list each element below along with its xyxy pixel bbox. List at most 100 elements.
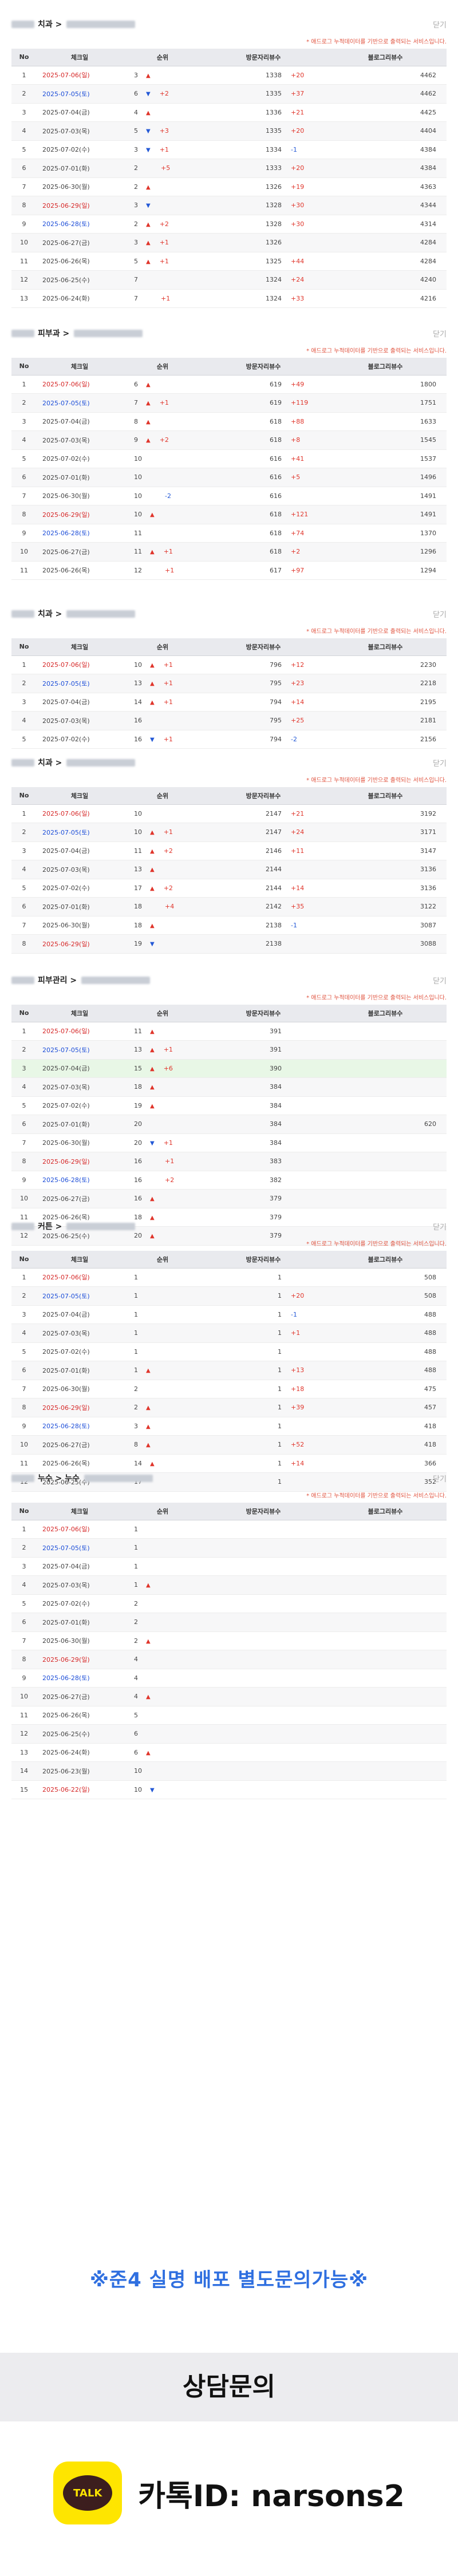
blog-review-count bbox=[324, 1631, 447, 1650]
table-row[interactable]: 7 2025-06-30(월) 20 ▼ +1 384 bbox=[11, 1133, 447, 1152]
rank-cell: 11 ▲ +2 bbox=[123, 841, 203, 860]
table-row[interactable]: 2 2025-07-05(토) 6 ▼ +2 1335 +37 4462 bbox=[11, 84, 447, 104]
table-row[interactable]: 6 2025-07-01(화) 10 616 +5 1496 bbox=[11, 468, 447, 487]
close-button[interactable]: 닫기 bbox=[433, 975, 447, 986]
table-row[interactable]: 8 2025-06-29(일) 2 ▲ 1 +39 457 bbox=[11, 1398, 447, 1417]
table-row[interactable]: 5 2025-07-02(수) 19 ▲ 384 bbox=[11, 1096, 447, 1115]
table-row[interactable]: 1 2025-07-06(일) 6 ▲ 619 +49 1800 bbox=[11, 375, 447, 394]
table-row[interactable]: 5 2025-07-02(수) 16 ▼ +1 794 -2 2156 bbox=[11, 730, 447, 749]
table-row[interactable]: 6 2025-07-01(화) 20 384 620 bbox=[11, 1115, 447, 1134]
table-row[interactable]: 13 2025-06-24(화) 7 +1 1324 +33 4216 bbox=[11, 289, 447, 308]
table-row[interactable]: 11 2025-06-26(목) 12 +1 617 +97 1294 bbox=[11, 561, 447, 580]
table-row[interactable]: 3 2025-07-04(금) 4 ▲ 1336 +21 4425 bbox=[11, 103, 447, 122]
table-row[interactable]: 2 2025-07-05(토) 1 1 +20 508 bbox=[11, 1286, 447, 1306]
table-row[interactable]: 4 2025-07-03(목) 16 795 +25 2181 bbox=[11, 711, 447, 730]
rank-cell: 2 bbox=[123, 1594, 203, 1613]
table-row[interactable]: 3 2025-07-04(금) 14 ▲ +1 794 +14 2195 bbox=[11, 693, 447, 712]
table-row[interactable]: 8 2025-06-29(일) 10 ▲ 618 +121 1491 bbox=[11, 505, 447, 524]
table-row[interactable]: 7 2025-06-30(월) 2 ▲ bbox=[11, 1631, 447, 1650]
blog-review-count: 1296 bbox=[324, 542, 447, 562]
table-row[interactable]: 9 2025-06-28(토) 16 +2 382 bbox=[11, 1171, 447, 1190]
table-row[interactable]: 13 2025-06-24(화) 6 ▲ bbox=[11, 1743, 447, 1762]
consult-banner[interactable]: 상담문의 bbox=[0, 2353, 458, 2421]
close-button[interactable]: 닫기 bbox=[433, 609, 447, 619]
table-row[interactable]: 15 2025-06-22(일) 10 ▼ bbox=[11, 1780, 447, 1799]
table-row[interactable]: 2 2025-07-05(토) 1 bbox=[11, 1538, 447, 1558]
visitor-review-cell: 1 bbox=[203, 1268, 324, 1287]
rank-cell: 10 ▲ bbox=[123, 505, 203, 524]
table-row[interactable]: 1 2025-07-06(일) 10 ▲ +1 796 +12 2230 bbox=[11, 655, 447, 674]
table-row[interactable]: 7 2025-06-30(월) 10 -2 616 1491 bbox=[11, 487, 447, 505]
table-row[interactable]: 5 2025-07-02(수) 10 616 +41 1537 bbox=[11, 449, 447, 468]
table-row[interactable]: 2 2025-07-05(토) 7 ▲ +1 619 +119 1751 bbox=[11, 393, 447, 413]
kakao-contact[interactable]: TALK 카톡ID: narsons2 bbox=[0, 2441, 458, 2545]
table-row[interactable]: 3 2025-07-04(금) 1 bbox=[11, 1557, 447, 1576]
rank-cell: 6 ▲ bbox=[123, 1743, 203, 1762]
table-row[interactable]: 3 2025-07-04(금) 15 ▲ +6 390 bbox=[11, 1059, 447, 1078]
table-row[interactable]: 4 2025-07-03(목) 9 ▲ +2 618 +8 1545 bbox=[11, 430, 447, 450]
close-button[interactable]: 닫기 bbox=[433, 328, 447, 339]
table-row[interactable]: 9 2025-06-28(토) 3 ▲ 1 418 bbox=[11, 1417, 447, 1436]
table-row[interactable]: 9 2025-06-28(토) 11 618 +74 1370 bbox=[11, 524, 447, 543]
rank-cell: 13 ▲ +1 bbox=[123, 674, 203, 693]
rank-value: 6 bbox=[134, 1748, 138, 1756]
table-row[interactable]: 1 2025-07-06(일) 1 1 508 bbox=[11, 1268, 447, 1287]
table-row[interactable]: 3 2025-07-04(금) 8 ▲ 618 +88 1633 bbox=[11, 412, 447, 431]
table-row[interactable]: 2 2025-07-05(토) 13 ▲ +1 795 +23 2218 bbox=[11, 674, 447, 693]
table-row[interactable]: 6 2025-07-01(화) 2 bbox=[11, 1613, 447, 1632]
table-row[interactable]: 1 2025-07-06(일) 1 bbox=[11, 1520, 447, 1539]
table-row[interactable]: 4 2025-07-03(목) 5 ▼ +3 1335 +20 4404 bbox=[11, 121, 447, 141]
table-row[interactable]: 7 2025-06-30(월) 2 ▲ 1326 +19 4363 bbox=[11, 177, 447, 196]
table-row[interactable]: 5 2025-07-02(수) 17 ▲ +2 2144 +14 3136 bbox=[11, 879, 447, 898]
table-row[interactable]: 10 2025-06-27(금) 11 ▲ +1 618 +2 1296 bbox=[11, 542, 447, 562]
table-row[interactable]: 3 2025-07-04(금) 11 ▲ +2 2146 +11 3147 bbox=[11, 841, 447, 860]
table-row[interactable]: 4 2025-07-03(목) 1 ▲ bbox=[11, 1575, 447, 1595]
table-row[interactable]: 2 2025-07-05(토) 13 ▲ +1 391 bbox=[11, 1040, 447, 1060]
table-row[interactable]: 14 2025-06-23(월) 10 bbox=[11, 1761, 447, 1781]
table-row[interactable]: 8 2025-06-29(일) 3 ▼ 1328 +30 4344 bbox=[11, 196, 447, 215]
table-row[interactable]: 8 2025-06-29(일) 19 ▼ 2138 3088 bbox=[11, 934, 447, 954]
rank-value: 10 bbox=[134, 661, 142, 669]
table-row[interactable]: 10 2025-06-27(금) 16 ▲ 379 bbox=[11, 1189, 447, 1208]
table-row[interactable]: 7 2025-06-30(월) 18 ▲ 2138 -1 3087 bbox=[11, 916, 447, 935]
check-date-cell: 2025-06-28(토) bbox=[37, 1669, 123, 1688]
table-row[interactable]: 2 2025-07-05(토) 10 ▲ +1 2147 +24 3171 bbox=[11, 823, 447, 842]
check-date: 2025-07-01(화) bbox=[42, 903, 90, 911]
table-row[interactable]: 4 2025-07-03(목) 1 1 +1 488 bbox=[11, 1323, 447, 1343]
table-row[interactable]: 11 2025-06-26(목) 5 ▲ +1 1325 +44 4284 bbox=[11, 252, 447, 271]
close-button[interactable]: 닫기 bbox=[433, 1473, 447, 1484]
table-row[interactable]: 11 2025-06-26(목) 5 bbox=[11, 1706, 447, 1725]
table-row[interactable]: 8 2025-06-29(일) 16 +1 383 bbox=[11, 1152, 447, 1171]
check-date-cell: 2025-06-27(금) bbox=[37, 1189, 123, 1208]
table-row[interactable]: 5 2025-07-02(수) 1 1 488 bbox=[11, 1342, 447, 1361]
visitor-review-count: 616 bbox=[270, 492, 282, 500]
rank-cell: 6 ▼ +2 bbox=[123, 84, 203, 104]
visitor-review-count: 619 bbox=[270, 399, 282, 407]
table-row[interactable]: 7 2025-06-30(월) 2 1 +18 475 bbox=[11, 1380, 447, 1398]
table-row[interactable]: 5 2025-07-02(수) 3 ▼ +1 1334 -1 4384 bbox=[11, 140, 447, 159]
table-row[interactable]: 3 2025-07-04(금) 1 1 -1 488 bbox=[11, 1305, 447, 1324]
table-row[interactable]: 6 2025-07-01(화) 18 +4 2142 +35 3122 bbox=[11, 897, 447, 916]
table-row[interactable]: 8 2025-06-29(일) 4 bbox=[11, 1650, 447, 1669]
table-row[interactable]: 6 2025-07-01(화) 2 +5 1333 +20 4384 bbox=[11, 159, 447, 178]
table-row[interactable]: 9 2025-06-28(토) 2 ▲ +2 1328 +30 4314 bbox=[11, 215, 447, 234]
close-button[interactable]: 닫기 bbox=[433, 1221, 447, 1232]
table-row[interactable]: 10 2025-06-27(금) 8 ▲ 1 +52 418 bbox=[11, 1435, 447, 1455]
close-button[interactable]: 닫기 bbox=[433, 757, 447, 768]
table-row[interactable]: 1 2025-07-06(일) 3 ▲ 1338 +20 4462 bbox=[11, 66, 447, 85]
table-row[interactable]: 12 2025-06-25(수) 6 bbox=[11, 1724, 447, 1744]
table-row[interactable]: 1 2025-07-06(일) 11 ▲ 391 bbox=[11, 1022, 447, 1041]
table-row[interactable]: 1 2025-07-06(일) 10 2147 +21 3192 bbox=[11, 804, 447, 823]
column-header: No bbox=[11, 638, 37, 656]
table-row[interactable]: 10 2025-06-27(금) 3 ▲ +1 1326 4284 bbox=[11, 233, 447, 252]
table-row[interactable]: 4 2025-07-03(목) 13 ▲ 2144 3136 bbox=[11, 860, 447, 879]
table-row[interactable]: 6 2025-07-01(화) 1 ▲ 1 +13 488 bbox=[11, 1361, 447, 1380]
table-row[interactable]: 5 2025-07-02(수) 2 bbox=[11, 1594, 447, 1613]
table-row[interactable]: 12 2025-06-25(수) 7 1324 +24 4240 bbox=[11, 270, 447, 290]
close-button[interactable]: 닫기 bbox=[433, 19, 447, 30]
rank-value: 7 bbox=[134, 294, 138, 302]
table-row[interactable]: 9 2025-06-28(토) 4 bbox=[11, 1669, 447, 1688]
table-row[interactable]: 4 2025-07-03(목) 18 ▲ 384 bbox=[11, 1077, 447, 1097]
rank-value: 4 bbox=[134, 1674, 138, 1682]
table-row[interactable]: 10 2025-06-27(금) 4 ▲ bbox=[11, 1687, 447, 1706]
